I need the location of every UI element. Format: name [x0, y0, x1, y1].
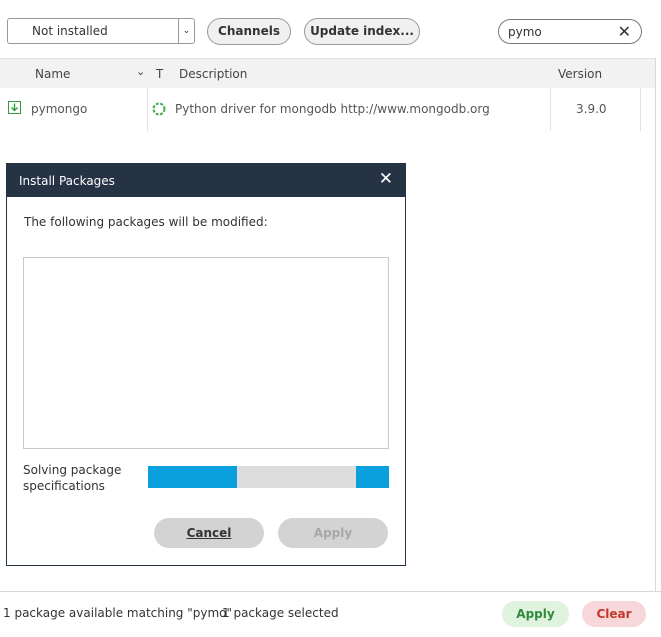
cancel-button[interactable]: Cancel [154, 518, 264, 548]
column-header-version[interactable]: Version [558, 67, 602, 81]
progress-bar-segment [356, 466, 389, 488]
dialog-titlebar: Install Packages ✕ [7, 164, 405, 197]
package-description: Python driver for mongodb http://www.mon… [175, 102, 490, 116]
filter-select-value: Not installed [32, 24, 108, 38]
install-packages-dialog: Install Packages ✕ The following package… [6, 163, 406, 566]
install-checkbox-icon[interactable] [8, 101, 21, 114]
column-divider [640, 88, 641, 131]
column-divider [147, 88, 148, 131]
table-row[interactable]: pymongo Python driver for mongodb http:/… [0, 88, 655, 131]
package-name: pymongo [31, 102, 88, 116]
package-status-icon [152, 102, 166, 116]
apply-button-disabled[interactable]: Apply [278, 518, 388, 548]
update-index-button[interactable]: Update index... [304, 18, 420, 45]
chevron-down-icon[interactable]: ⌄ [178, 19, 194, 43]
close-icon[interactable]: ✕ [379, 169, 393, 189]
modified-packages-list[interactable] [23, 257, 389, 449]
clear-button[interactable]: Clear [582, 601, 646, 627]
match-status-text: 1 package available matching "pymo" [3, 606, 233, 620]
table-header: Name ⌄ T Description Version [0, 58, 655, 88]
solving-status-text: Solving package specifications [23, 463, 122, 493]
clear-search-icon[interactable]: ✕ [618, 22, 631, 41]
sort-chevron-icon[interactable]: ⌄ [136, 65, 145, 78]
progress-bar-segment [148, 466, 237, 488]
column-header-description[interactable]: Description [179, 67, 247, 81]
column-header-name[interactable]: Name [35, 67, 70, 81]
table-scroll-edge [655, 58, 656, 637]
package-filter-select[interactable]: Not installed ⌄ [7, 18, 195, 44]
dialog-title: Install Packages [19, 174, 115, 188]
status-bar: 1 package available matching "pymo" 1 pa… [0, 591, 661, 637]
search-input-value: pymo [508, 25, 542, 39]
column-header-type[interactable]: T [156, 67, 163, 81]
package-version: 3.9.0 [576, 102, 607, 116]
apply-button[interactable]: Apply [502, 601, 569, 627]
selected-count-text: 1 package selected [222, 606, 339, 620]
channels-button[interactable]: Channels [207, 18, 291, 45]
toolbar: Not installed ⌄ Channels Update index...… [0, 0, 661, 58]
search-input[interactable]: pymo ✕ [498, 19, 642, 44]
dialog-message: The following packages will be modified: [24, 215, 268, 229]
progress-bar [148, 466, 389, 488]
column-divider [550, 88, 551, 131]
